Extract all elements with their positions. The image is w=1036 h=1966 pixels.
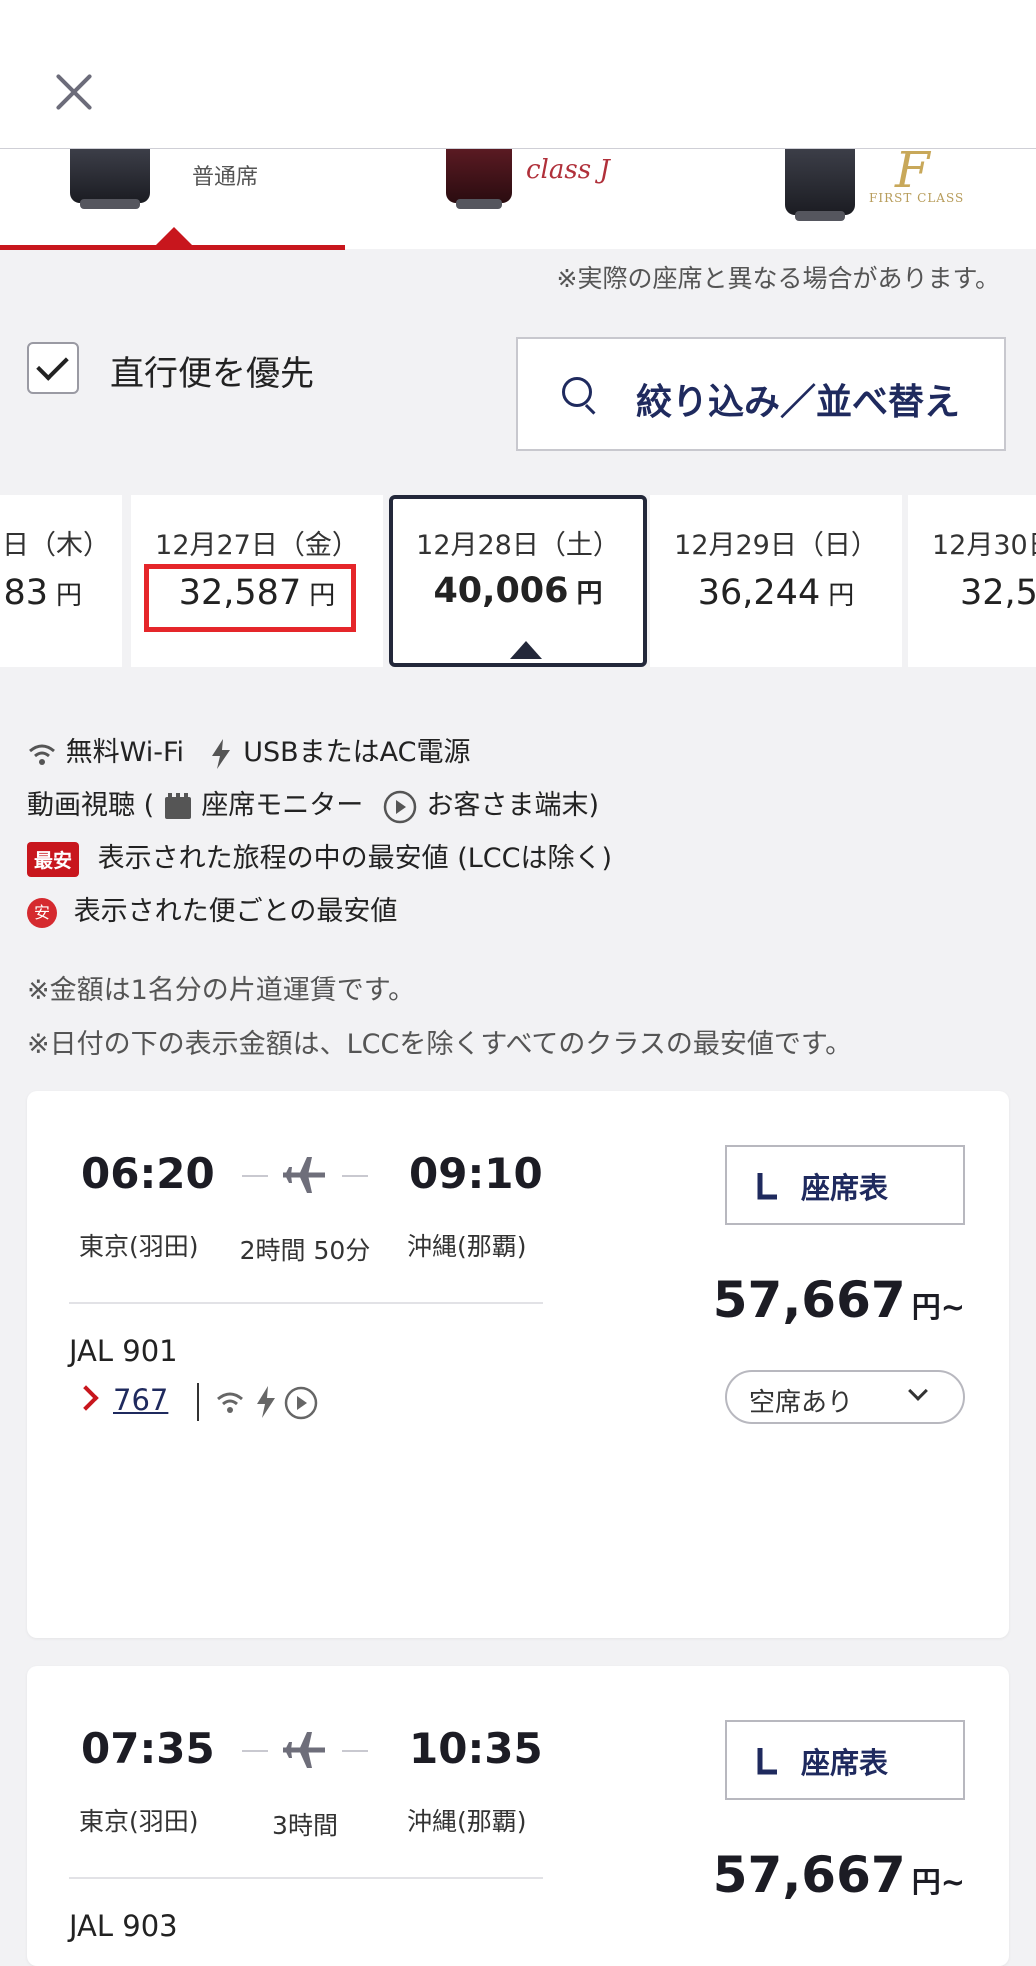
price-note: ※日付の下の表示金額は、LCCを除くすべてのクラスの最安値です。: [27, 1029, 853, 1060]
cheapest-badge: 最安: [27, 842, 80, 877]
date-label: 日（木）: [2, 530, 110, 561]
date-cell-26[interactable]: 日（木） 83 円: [0, 495, 122, 667]
arrival-time: 09:10: [409, 1149, 543, 1198]
filter-sort-label: 絞り込み／並べ替え: [636, 382, 961, 423]
video-label: 動画視聴 (: [27, 790, 155, 821]
flight-duration: 2時間 50分: [239, 1236, 371, 1265]
seat-map-label: 座席表: [801, 1746, 889, 1780]
legend-cheapest: 最安 表示された旅程の中の最安値 (LCCは除く): [27, 836, 612, 877]
date-cell-29[interactable]: 12月29日（日） 36,244 円: [650, 495, 902, 667]
play-icon: [284, 1386, 318, 1420]
airplane-icon: [283, 1157, 325, 1193]
seat-map-button[interactable]: 座席表: [725, 1145, 965, 1225]
fare-price: 57,667 円~: [712, 1846, 965, 1904]
departure-time: 06:20: [81, 1149, 215, 1198]
departure-time: 07:35: [81, 1724, 215, 1773]
date-label: 12月28日（土）: [416, 530, 620, 561]
flight-number: JAL 903: [69, 1909, 178, 1943]
direct-flight-checkbox[interactable]: [27, 342, 79, 394]
route-line: [242, 1750, 268, 1752]
date-label: 12月29日（日）: [674, 530, 878, 561]
top-bar: [0, 0, 1036, 149]
direct-flight-label[interactable]: 直行便を優先: [110, 346, 314, 395]
aircraft-row: 767: [69, 1383, 389, 1423]
divider: [69, 1302, 543, 1304]
tab-class-j-label: class J: [526, 155, 610, 185]
first-class-seat-image: [785, 149, 855, 221]
seat-monitor-icon: [164, 792, 191, 819]
chevron-right-icon: [73, 1385, 99, 1411]
route-line: [242, 1175, 268, 1177]
cheapest-text: 表示された旅程の中の最安値 (LCCは除く): [97, 843, 613, 874]
cheap-badge: 安: [27, 897, 57, 928]
wifi-icon: [217, 1392, 243, 1413]
wifi-label: 無料Wi-Fi: [65, 737, 185, 768]
search-icon: [562, 377, 592, 407]
airplane-icon: [283, 1732, 325, 1768]
flight-duration: 3時間: [272, 1811, 338, 1840]
flight-number: JAL 901: [69, 1334, 178, 1368]
availability-label: 空席あり: [749, 1388, 854, 1418]
date-price: 83 円: [3, 573, 82, 613]
fare-note: ※金額は1名分の片道運賃です。: [27, 975, 416, 1006]
own-device-label: お客さま端末): [426, 790, 600, 821]
arrival-time: 10:35: [409, 1724, 543, 1773]
class-j-seat-image: [446, 149, 512, 209]
highlight-box: [144, 564, 356, 632]
selected-tab-caret: [156, 227, 192, 245]
date-price: 40,006 円: [433, 571, 603, 611]
tab-economy[interactable]: 普通席: [70, 149, 340, 249]
legend-amenities: 無料Wi-Fi USBまたはAC電源: [27, 730, 470, 770]
class-tab-bar: 普通席 class J F FIRST CLASS: [0, 141, 1036, 250]
flight-card[interactable]: 06:20 09:10 東京(羽田) 2時間 50分 沖縄(那覇) JAL 90…: [27, 1091, 1009, 1638]
arrival-airport: 沖縄(那覇): [407, 1232, 527, 1261]
legend-video: 動画視聴 ( 座席モニター お客さま端末): [27, 783, 599, 824]
route-line: [342, 1175, 368, 1177]
cheap-text: 表示された便ごとの最安値: [73, 896, 398, 927]
chevron-down-icon: [908, 1381, 928, 1401]
power-icon: [211, 738, 230, 769]
wifi-icon: [29, 744, 55, 765]
availability-dropdown[interactable]: 空席あり: [725, 1370, 965, 1424]
tab-class-j[interactable]: class J: [446, 149, 646, 249]
date-label: 12月27日（金）: [155, 530, 359, 561]
date-label: 12月30日: [932, 530, 1036, 561]
play-icon: [383, 790, 417, 823]
filter-sort-button[interactable]: 絞り込み／並べ替え: [516, 337, 1006, 451]
date-price: 36,244 円: [697, 573, 855, 613]
separator: [197, 1383, 199, 1421]
route-line: [342, 1750, 368, 1752]
aircraft-link[interactable]: 767: [113, 1383, 168, 1417]
selected-tab-underline: [0, 245, 345, 250]
power-icon: [257, 1386, 275, 1418]
flight-card[interactable]: 07:35 10:35 東京(羽田) 3時間 沖縄(那覇) JAL 903 座席…: [27, 1666, 1009, 1966]
seat-icon: [757, 1173, 777, 1200]
date-cell-30[interactable]: 12月30日 32,58: [908, 495, 1036, 667]
economy-seat-image: [70, 149, 150, 209]
fare-price: 57,667 円~: [712, 1271, 965, 1329]
seat-icon: [757, 1748, 777, 1775]
tab-first-class[interactable]: F FIRST CLASS: [785, 141, 1005, 249]
legend-cheap: 安 表示された便ごとの最安値: [27, 889, 397, 928]
seat-monitor-label: 座席モニター: [201, 790, 364, 821]
date-price: 32,58: [960, 573, 1036, 613]
power-label: USBまたはAC電源: [243, 737, 471, 768]
divider: [69, 1877, 543, 1879]
departure-airport: 東京(羽田): [79, 1232, 199, 1261]
arrival-airport: 沖縄(那覇): [407, 1807, 527, 1836]
close-icon[interactable]: [44, 62, 104, 122]
tab-economy-label: 普通席: [192, 165, 259, 190]
departure-airport: 東京(羽田): [79, 1807, 199, 1836]
first-class-logo: F FIRST CLASS: [869, 141, 965, 205]
seat-map-label: 座席表: [801, 1171, 889, 1205]
selected-date-caret: [510, 641, 542, 659]
seat-map-button[interactable]: 座席表: [725, 1720, 965, 1800]
seat-note: ※実際の座席と異なる場合があります。: [556, 264, 1000, 293]
